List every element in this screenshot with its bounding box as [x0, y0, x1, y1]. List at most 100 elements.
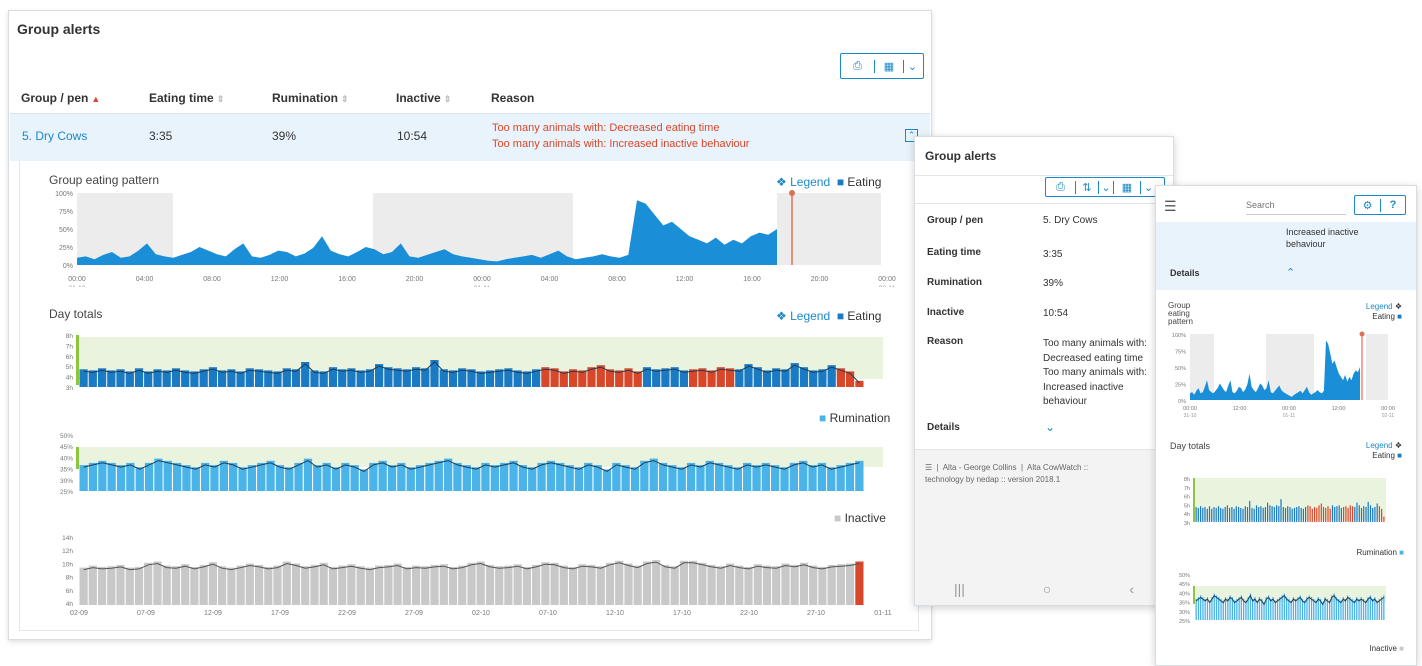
collapse-details-icon[interactable]: ⌃: [1286, 266, 1295, 279]
bar: [799, 460, 808, 491]
bar: [1255, 505, 1258, 522]
bar: [1335, 597, 1337, 620]
label-eating: Eating time: [927, 247, 981, 258]
bar: [1383, 595, 1385, 620]
y-tick-label: 12h: [62, 548, 73, 555]
label-rumination: Rumination: [927, 277, 982, 288]
bar: [808, 465, 817, 491]
bar: [1274, 600, 1276, 620]
bar: [1378, 506, 1380, 522]
bar: [781, 563, 790, 605]
print-icon[interactable]: ⎙: [1046, 180, 1076, 194]
legend-toggle[interactable]: ❖ Legend ■ Eating: [776, 309, 881, 323]
bar: [365, 567, 374, 605]
phone-legend[interactable]: Legend ❖ Eating ■: [1342, 302, 1402, 322]
bar: [1231, 507, 1233, 522]
table-row[interactable]: [10, 113, 930, 161]
y-tick-label: 50%: [1175, 366, 1186, 372]
bar: [578, 564, 587, 605]
bar: [421, 566, 430, 605]
help-icon[interactable]: ?: [1381, 199, 1405, 211]
bar: [1300, 507, 1302, 522]
phone-inactive-legend[interactable]: Inactive ■: [1326, 644, 1404, 653]
bar: [1367, 501, 1369, 522]
phone-legend[interactable]: Legend ❖ Eating ■: [1342, 441, 1402, 461]
chevron-down-icon[interactable]: ⌄: [903, 59, 921, 73]
band-marker: [76, 447, 79, 469]
col-header-group[interactable]: Group / pen ▲: [21, 91, 100, 105]
bar: [154, 458, 163, 491]
band-marker: [1193, 478, 1195, 522]
bar: [752, 465, 761, 491]
bar: [1358, 505, 1360, 522]
bar: [236, 565, 245, 605]
bar: [1283, 593, 1285, 620]
tablet-group-link[interactable]: 5. Dry Cows: [1043, 215, 1097, 226]
tablet-eating-value: 3:35: [1043, 249, 1063, 260]
home-icon[interactable]: ○: [1043, 581, 1051, 597]
bar: [1343, 507, 1345, 522]
group-link[interactable]: 5. Dry Cows: [22, 129, 87, 143]
table-view-icon[interactable]: ▦: [1114, 181, 1140, 194]
bar: [658, 462, 668, 491]
bar: [322, 462, 331, 491]
x-tick-label: 12:00: [676, 276, 694, 283]
search-input[interactable]: [1246, 195, 1346, 215]
tablet-toolbar: ⎙ ⇅ ⌄ ▦ ⌄: [1045, 177, 1165, 197]
bar: [668, 465, 677, 491]
bar: [652, 560, 661, 605]
y-tick-label: 35%: [1179, 601, 1190, 607]
bar: [615, 560, 624, 605]
print-icon[interactable]: ⎙: [841, 59, 875, 73]
bar: [163, 460, 172, 491]
hamburger-menu-icon[interactable]: ☰: [1164, 198, 1177, 215]
date-tick-label: 22-09: [338, 610, 356, 617]
sort-columns-icon[interactable]: ⇅: [1076, 181, 1098, 194]
x-tick-label: 00:00: [1183, 406, 1197, 412]
bar: [191, 467, 200, 491]
bar: [1242, 508, 1244, 522]
bar: [1234, 600, 1236, 620]
y-tick-label: 25%: [1179, 619, 1190, 625]
bar: [126, 462, 135, 491]
phone-rumination-legend[interactable]: Rumination ■: [1326, 548, 1404, 557]
x-tick-label: 12:00: [271, 276, 289, 283]
col-header-eating[interactable]: Eating time ⇕: [149, 91, 224, 105]
recent-apps-icon[interactable]: |||: [954, 581, 965, 597]
col-header-rumination[interactable]: Rumination ⇕: [272, 91, 349, 105]
bar: [88, 462, 98, 491]
band-marker: [76, 335, 79, 385]
bar: [1246, 507, 1249, 522]
bar: [1276, 505, 1278, 522]
x-tick-label: 08:00: [203, 276, 221, 283]
inactive-legend[interactable]: ■ Inactive: [834, 511, 886, 525]
chevron-down-icon[interactable]: ⌄: [1098, 180, 1114, 194]
bar: [384, 367, 393, 387]
bar: [1296, 507, 1298, 522]
y-tick-label: 25%: [59, 245, 73, 252]
settings-icon[interactable]: ⚙: [1355, 198, 1381, 212]
chevron-down-icon[interactable]: ⌄: [1140, 180, 1156, 194]
col-header-inactive[interactable]: Inactive ⇕: [396, 91, 451, 105]
rumination-legend[interactable]: ■ Rumination: [819, 411, 890, 425]
bar: [264, 566, 273, 605]
table-view-icon[interactable]: ▦: [875, 60, 903, 73]
sort-asc-icon: ▲: [91, 94, 101, 104]
bar: [781, 369, 790, 387]
bar: [1278, 506, 1280, 522]
bar: [1374, 507, 1376, 522]
night-shade: [1366, 334, 1388, 400]
bar: [1295, 598, 1297, 620]
expand-details-icon[interactable]: ⌄: [1045, 420, 1055, 434]
bar: [1349, 505, 1351, 522]
bar: [845, 462, 855, 491]
bar: [247, 465, 256, 491]
x-tick-label: 00:00: [473, 276, 491, 283]
eating-pattern-chart: 100% 75% 50% 25% 0% 00:00 04:00 08:00 12:00 16:0…: [55, 190, 896, 287]
pattern-title: Group eating pattern: [49, 173, 160, 187]
bar: [715, 462, 724, 491]
menu-icon[interactable]: ☰: [925, 463, 932, 472]
date-tick-label: 01-11: [874, 610, 891, 617]
bar: [1244, 506, 1246, 522]
back-icon[interactable]: ‹: [1129, 581, 1134, 597]
